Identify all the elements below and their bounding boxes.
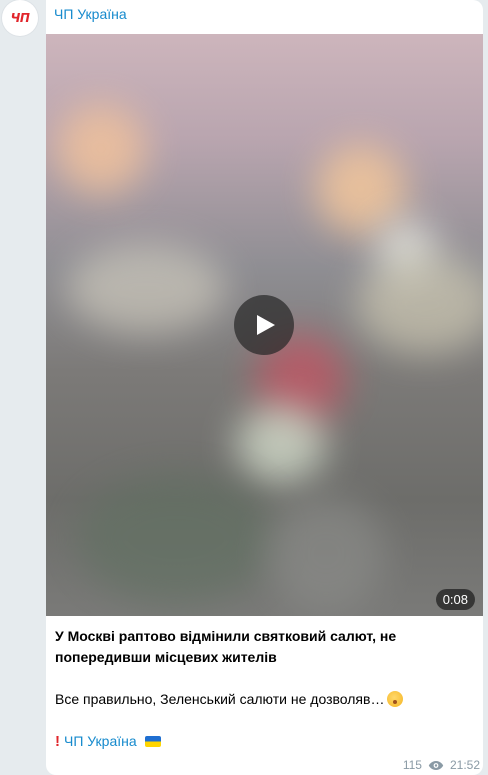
video-duration: 0:08: [435, 589, 475, 610]
message-time: 21:52: [449, 758, 480, 772]
message-bubble: ЧП Україна 0:08 У Москві раптово відміни…: [46, 0, 483, 775]
avatar-text: ЧП: [10, 11, 30, 25]
post-body: Все правильно, Зеленський салюти не дозв…: [55, 689, 475, 710]
exclamation-icon: !: [55, 733, 60, 750]
shushing-face-icon: [387, 691, 404, 707]
channel-avatar[interactable]: ЧП: [2, 0, 38, 36]
eye-icon: [428, 760, 444, 770]
views-count: 115: [402, 758, 422, 772]
post-body-text: Все правильно, Зеленський салюти не дозв…: [55, 691, 385, 707]
play-button[interactable]: [234, 295, 294, 355]
channel-name-link[interactable]: ЧП Україна: [54, 6, 127, 22]
play-icon: [257, 315, 275, 335]
signature-link[interactable]: ЧП Україна: [64, 731, 137, 752]
ukraine-flag-icon: [144, 736, 161, 747]
post-text: У Москві раптово відмінили святковий сал…: [55, 626, 475, 752]
post-signature: ! ЧП Україна: [55, 731, 475, 752]
post-headline: У Москві раптово відмінили святковий сал…: [55, 628, 397, 665]
video-preview[interactable]: 0:08: [46, 34, 483, 616]
message-meta: 115 21:52: [403, 758, 480, 772]
